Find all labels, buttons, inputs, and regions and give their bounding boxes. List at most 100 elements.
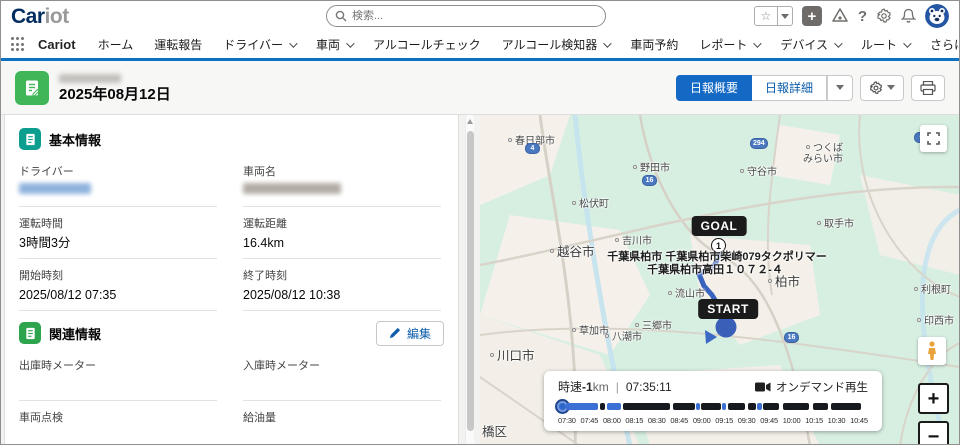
settings-gear-button[interactable] xyxy=(860,75,904,101)
map-city-label: 吉川市 xyxy=(615,232,652,247)
map-place-dot xyxy=(668,291,672,295)
route-shield: 4 xyxy=(525,143,540,154)
nav-tab[interactable]: 運転報告 xyxy=(154,36,202,53)
map-zoom-in-button[interactable]: + xyxy=(918,383,949,414)
timeline-segment[interactable] xyxy=(696,403,701,410)
route-shield: 16 xyxy=(642,175,657,186)
map-city-label: 橋区 xyxy=(482,421,507,440)
goal-marker-label: GOAL xyxy=(692,216,747,236)
favorites-dropdown[interactable] xyxy=(778,6,793,26)
nav-tab[interactable]: ルート xyxy=(861,36,909,53)
nav-tab[interactable]: 車両 xyxy=(316,36,352,53)
map-place-dot xyxy=(806,145,810,149)
app-name[interactable]: Cariot xyxy=(38,37,76,52)
map-place-dot xyxy=(740,169,744,173)
chevron-down-icon xyxy=(754,39,762,47)
nav-tab[interactable]: デバイス xyxy=(780,36,840,53)
field-label: 運転時間 xyxy=(19,215,217,231)
timeline-segment[interactable] xyxy=(673,403,694,410)
tick-label: 09:15 xyxy=(715,416,733,425)
map-city-name: 三郷市 xyxy=(642,317,672,332)
report-actions-dropdown[interactable] xyxy=(827,75,853,101)
daily-report-icon xyxy=(15,71,49,105)
report-detail-button[interactable]: 日報詳細 xyxy=(752,75,827,101)
nav-tab-label: アルコールチェック xyxy=(373,36,481,53)
map-city-label: 印西市 xyxy=(917,312,954,327)
timeline-track[interactable] xyxy=(560,403,866,410)
timeline-segment[interactable] xyxy=(600,403,606,410)
field-cell: 運転時間3時間3分 xyxy=(19,209,217,259)
map-city-name: 吉川市 xyxy=(622,232,652,247)
field-label: 車両点検 xyxy=(19,409,217,425)
field-value[interactable] xyxy=(19,183,217,199)
field-cell: 出庫時メーター xyxy=(19,351,217,401)
timeline-segment[interactable] xyxy=(728,403,745,410)
nav-tab[interactable]: アルコール検知器 xyxy=(502,36,610,53)
report-overview-button[interactable]: 日報概要 xyxy=(676,75,752,101)
nav-tab-label: さらに表示 xyxy=(930,36,960,53)
user-avatar[interactable] xyxy=(925,4,949,28)
timeline-segment[interactable] xyxy=(813,403,828,410)
timeline-segment[interactable] xyxy=(757,403,762,410)
notifications-bell-icon[interactable] xyxy=(901,8,916,24)
timeline-slider[interactable] xyxy=(558,402,868,411)
nav-tab[interactable]: 車両予約 xyxy=(630,36,678,53)
tick-label: 09:45 xyxy=(760,416,778,425)
help-icon[interactable]: ? xyxy=(858,8,867,25)
playback-time: 07:35:11 xyxy=(626,380,672,394)
field-cell: 運転距離16.4km xyxy=(243,209,441,259)
map-fullscreen-button[interactable] xyxy=(920,125,947,152)
favorites-star-icon[interactable]: ☆ xyxy=(754,6,778,26)
timeline-segment[interactable] xyxy=(831,403,861,410)
timeline-segment[interactable] xyxy=(701,403,720,410)
map-city-name: 川口市 xyxy=(497,345,535,364)
nav-tab[interactable]: ホーム xyxy=(98,36,134,53)
map-city-label: 松伏町 xyxy=(572,195,609,210)
edit-button-label: 編集 xyxy=(407,325,431,342)
tick-label: 10:15 xyxy=(805,416,823,425)
search-icon xyxy=(335,10,347,22)
map-zoom-out-button[interactable]: − xyxy=(918,421,949,445)
field-value xyxy=(243,183,441,199)
timeline-segment[interactable] xyxy=(783,403,810,410)
map[interactable]: 春日部市野田市松伏町守谷市つくばみらい市取手市越谷市吉川市流山市柏市草加市八潮市… xyxy=(480,115,959,445)
global-search[interactable] xyxy=(326,5,606,27)
nav-tab[interactable]: レポート xyxy=(699,36,759,53)
field-label: 給油量 xyxy=(243,409,441,425)
timeline-segment[interactable] xyxy=(722,403,726,410)
field-label: 開始時刻 xyxy=(19,267,217,283)
map-place-dot xyxy=(572,328,576,332)
edit-button[interactable]: 編集 xyxy=(376,321,444,346)
street-view-pegman-button[interactable] xyxy=(918,337,946,365)
timeline-segment[interactable] xyxy=(763,403,779,410)
setup-gear-icon[interactable] xyxy=(876,8,892,24)
map-place-dot xyxy=(550,249,554,253)
app-launcher-icon[interactable] xyxy=(11,37,24,52)
nav-tab[interactable]: アルコールチェック xyxy=(373,36,481,53)
nav-tabs: ホーム 運転報告 ドライバー 車両 アルコールチェック アルコール検知器 車両予約 レポート デ… xyxy=(98,36,960,53)
scrollbar-up-arrow[interactable] xyxy=(467,119,473,124)
field-value: 2025/08/12 07:35 xyxy=(19,287,217,303)
nav-tab[interactable]: さらに表示 xyxy=(930,36,960,53)
search-input[interactable] xyxy=(352,10,597,22)
page-title: 2025年08月12日 xyxy=(59,87,171,102)
map-place-dot xyxy=(615,238,619,242)
ondemand-play-button[interactable]: オンデマンド再生 xyxy=(755,379,868,395)
map-place-dot xyxy=(508,138,512,142)
field-value xyxy=(19,429,217,445)
timeline-segment[interactable] xyxy=(566,403,598,410)
timeline-segment[interactable] xyxy=(607,403,621,410)
timeline-segment[interactable] xyxy=(623,403,670,410)
record-entity-label-redacted xyxy=(59,74,121,83)
route-shield: 294 xyxy=(750,138,768,149)
panel-scrollbar[interactable] xyxy=(465,115,474,445)
guidance-center-icon[interactable] xyxy=(831,8,849,24)
scrollbar-thumb[interactable] xyxy=(467,131,474,431)
map-place-dot xyxy=(490,353,494,357)
map-city-name: 松伏町 xyxy=(579,195,609,210)
tick-label: 08:15 xyxy=(625,416,643,425)
global-actions-button[interactable]: + xyxy=(802,6,822,26)
print-button[interactable] xyxy=(911,75,945,101)
timeline-segment[interactable] xyxy=(748,403,756,410)
nav-tab[interactable]: ドライバー xyxy=(223,36,295,53)
